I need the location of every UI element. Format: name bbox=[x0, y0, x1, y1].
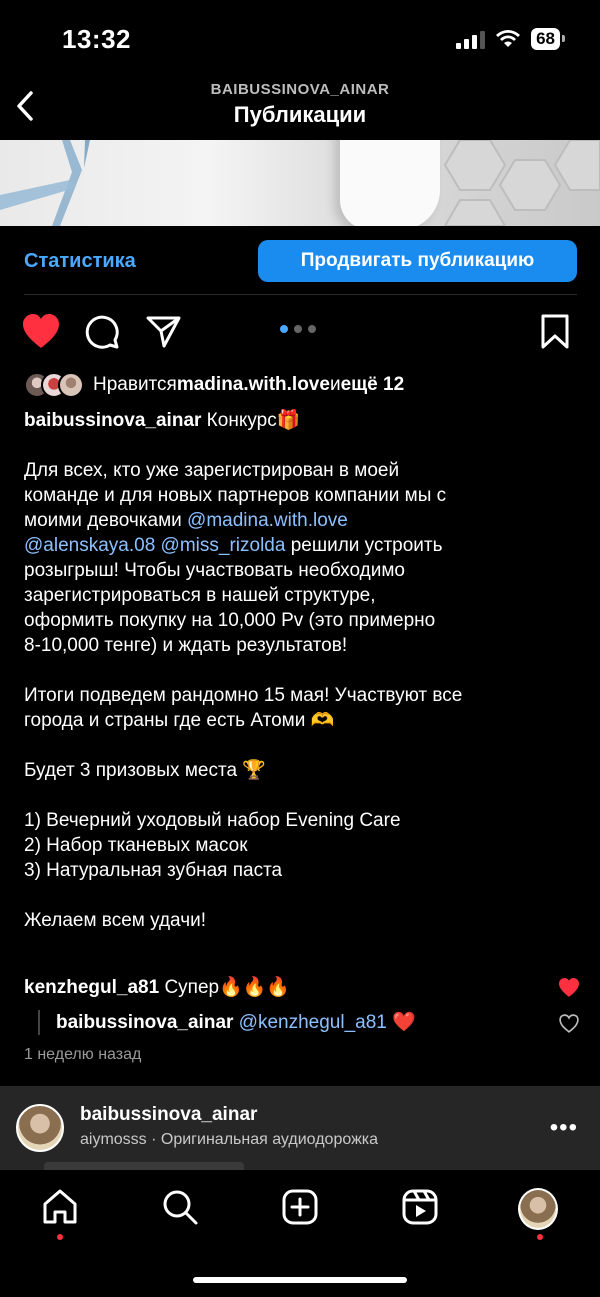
comment-text: ❤️ bbox=[386, 1012, 416, 1033]
status-bar: 13:32 68 bbox=[0, 0, 600, 80]
likes-user[interactable]: madina.with.love bbox=[177, 374, 330, 396]
caption-line: команде и для новых партнеров компании м… bbox=[24, 485, 447, 506]
more-options-icon[interactable]: ••• bbox=[550, 1114, 578, 1142]
mention-link[interactable]: @kenzhegul_a81 bbox=[233, 1012, 387, 1033]
caption-line: 8-10,000 тенге) и ждать результатов! bbox=[24, 635, 348, 656]
post-image[interactable] bbox=[0, 140, 600, 226]
notification-dot bbox=[57, 1234, 63, 1240]
comment[interactable]: kenzhegul_a81 Супер🔥🔥🔥 bbox=[24, 975, 290, 1000]
audio-username[interactable]: baibussinova_ainar bbox=[80, 1104, 257, 1126]
like-heart-icon[interactable] bbox=[22, 314, 60, 350]
header-username: BAIBUSSINOVA_AINAR bbox=[210, 81, 390, 98]
caption-line: моими девочками @madina.with.love bbox=[24, 508, 580, 533]
caption-text: моими девочками bbox=[24, 510, 188, 531]
prize-list: 1) Вечерний уходовый набор Evening Care … bbox=[24, 808, 580, 883]
comment-reply[interactable]: baibussinova_ainar @kenzhegul_a81 ❤️ bbox=[38, 1010, 416, 1035]
comment-username[interactable]: kenzhegul_a81 bbox=[24, 977, 159, 998]
caption-paragraph-3: Будет 3 призовых места 🏆 bbox=[24, 760, 266, 781]
home-indicator bbox=[193, 1277, 407, 1283]
home-icon bbox=[43, 1189, 77, 1224]
caption-line: Для всех, кто уже зарегистрирован в моей bbox=[24, 460, 400, 481]
likes-mid: и bbox=[329, 374, 341, 395]
post-caption: baibussinova_ainar Конкурс🎁 Для всех, кт… bbox=[24, 408, 580, 958]
tile-pattern bbox=[443, 140, 600, 226]
mention-link[interactable]: @alenskaya.08 bbox=[24, 535, 155, 556]
carousel-dots bbox=[280, 325, 316, 333]
chevron-left-icon bbox=[17, 91, 33, 121]
carousel-dot bbox=[308, 325, 316, 333]
tab-profile[interactable] bbox=[518, 1188, 558, 1232]
post-time-ago: 1 неделю назад bbox=[24, 1046, 142, 1063]
notification-dot bbox=[537, 1234, 543, 1240]
audio-track[interactable]: aiymosss · Оригинальная аудиодорожка bbox=[80, 1131, 378, 1149]
caption-line: розыгрыш! Чтобы участвовать необходимо bbox=[24, 560, 405, 581]
mention-link[interactable]: @madina.with.love bbox=[187, 510, 348, 531]
search-icon bbox=[163, 1190, 198, 1225]
back-button[interactable] bbox=[10, 86, 40, 126]
comment-heart-outline-icon[interactable] bbox=[558, 1014, 580, 1034]
carousel-dot bbox=[280, 325, 288, 333]
nav-header: BAIBUSSINOVA_AINAR Публикации bbox=[0, 78, 600, 140]
carousel-dot bbox=[294, 325, 302, 333]
sheet-handle bbox=[44, 1162, 244, 1170]
prize-item: 3) Натуральная зубная паста bbox=[24, 860, 283, 881]
battery-icon: 68 bbox=[531, 28, 565, 50]
caption-paragraph-1: Для всех, кто уже зарегистрирован в моей… bbox=[24, 458, 580, 658]
comment-icon[interactable] bbox=[84, 314, 120, 350]
avatar[interactable] bbox=[16, 1104, 64, 1152]
avatar bbox=[58, 372, 84, 398]
avatar bbox=[518, 1188, 558, 1230]
mention-link[interactable]: @miss_rizolda bbox=[161, 535, 286, 556]
post-icon-row bbox=[0, 310, 600, 356]
caption-title: Конкурс🎁 bbox=[201, 410, 301, 431]
prize-item: 2) Набор тканевых масок bbox=[24, 835, 248, 856]
product-tube bbox=[340, 140, 440, 226]
caption-username[interactable]: baibussinova_ainar bbox=[24, 410, 201, 431]
status-time: 13:32 bbox=[62, 24, 131, 54]
signal-icon bbox=[456, 29, 486, 49]
tab-reels[interactable] bbox=[400, 1188, 440, 1232]
tab-create[interactable] bbox=[280, 1188, 320, 1232]
post-actions-bar: Статистика Продвигать публикацию bbox=[0, 226, 600, 298]
page-title: Публикации bbox=[233, 102, 367, 127]
caption-text: решили устроить bbox=[285, 535, 443, 556]
wifi-icon bbox=[496, 30, 521, 47]
comment-username[interactable]: baibussinova_ainar bbox=[56, 1012, 233, 1033]
starfish-graphic bbox=[0, 140, 90, 226]
share-icon[interactable] bbox=[146, 314, 182, 350]
caption-line: Итоги подведем рандомно 15 мая! Участвую… bbox=[24, 685, 463, 706]
caption-closing: Желаем всем удачи! bbox=[24, 910, 206, 931]
liker-avatars bbox=[24, 372, 84, 398]
tab-search[interactable] bbox=[160, 1188, 200, 1232]
status-icons: 68 bbox=[456, 28, 565, 50]
divider bbox=[24, 294, 577, 295]
audio-bar[interactable]: baibussinova_ainar aiymosss · Оригинальн… bbox=[0, 1086, 600, 1170]
likes-row[interactable]: Нравится madina.with.love и ещё 12 bbox=[24, 370, 404, 400]
tab-home[interactable] bbox=[40, 1188, 80, 1232]
likes-prefix: Нравится bbox=[93, 374, 177, 395]
caption-line: зарегистрироваться в нашей структуре, bbox=[24, 585, 376, 606]
bookmark-icon[interactable] bbox=[540, 314, 570, 350]
caption-paragraph-2: Итоги подведем рандомно 15 мая! Участвую… bbox=[24, 683, 580, 733]
prize-item: 1) Вечерний уходовый набор Evening Care bbox=[24, 810, 401, 831]
caption-line: оформить покупку на 10,000 Pv (это приме… bbox=[24, 610, 436, 631]
create-icon bbox=[282, 1189, 318, 1225]
promote-button[interactable]: Продвигать публикацию bbox=[258, 240, 577, 282]
comment-text: Супер🔥🔥🔥 bbox=[159, 977, 291, 998]
caption-line: @alenskaya.08 @miss_rizolda решили устро… bbox=[24, 533, 580, 558]
statistics-link[interactable]: Статистика bbox=[24, 250, 136, 273]
likes-others[interactable]: ещё 12 bbox=[341, 374, 405, 396]
comment-like-heart-icon[interactable] bbox=[558, 978, 580, 998]
caption-line: города и страны где есть Атоми 🫶 bbox=[24, 710, 335, 731]
reels-icon bbox=[402, 1189, 438, 1225]
